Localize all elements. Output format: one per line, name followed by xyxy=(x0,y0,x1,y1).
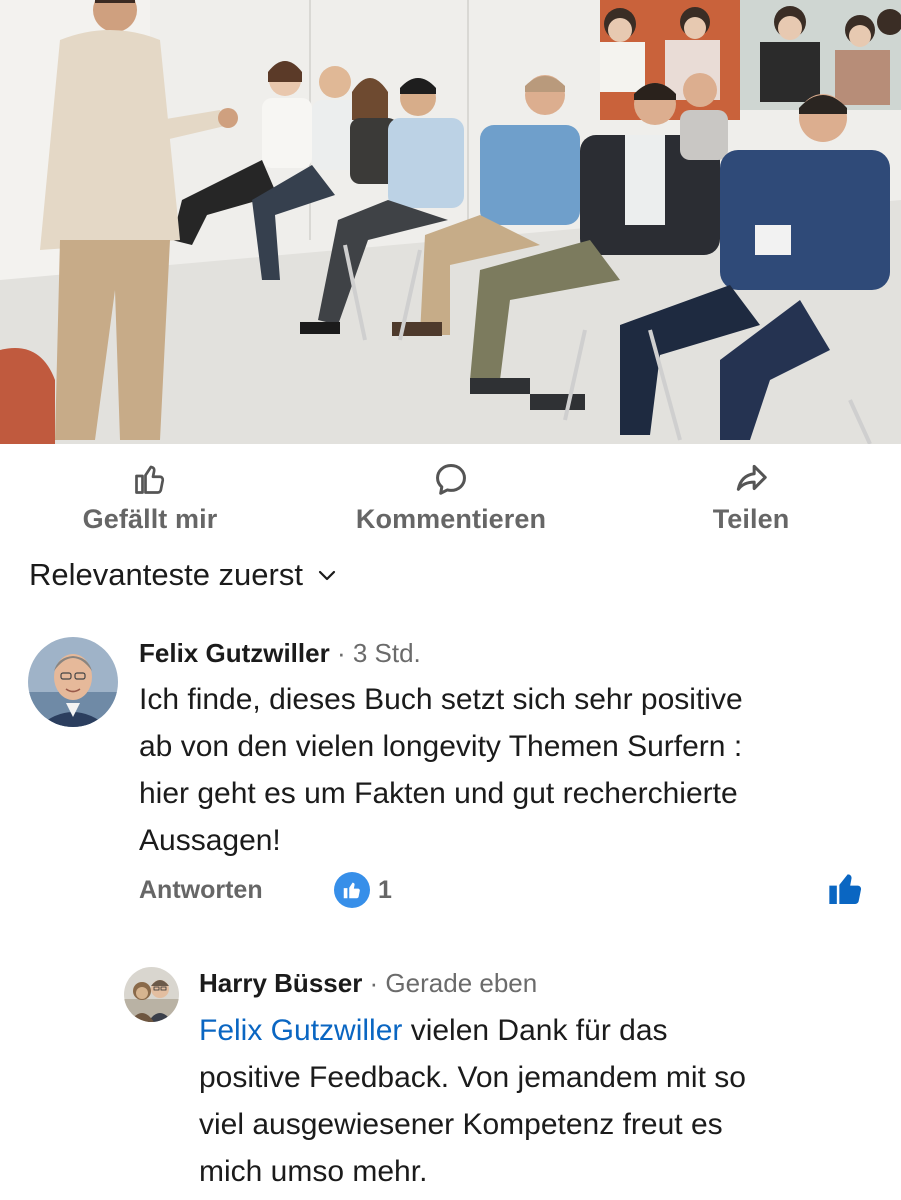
like-count: 1 xyxy=(378,875,392,904)
reply-timestamp: · Gerade eben xyxy=(369,968,538,998)
reply-line: positive Feedback. Von jemandem mit so xyxy=(199,1061,746,1094)
sort-label: Relevanteste zuerst xyxy=(29,557,303,592)
seminar-photo xyxy=(0,0,901,444)
reply-button[interactable]: Antworten xyxy=(139,876,263,905)
chevron-down-icon xyxy=(317,564,339,586)
reply-text: Felix Gutzwiller vielen Dank für das pos… xyxy=(199,1007,879,1195)
speech-bubble-icon xyxy=(430,458,472,500)
comment-timestamp: · 3 Std. xyxy=(336,638,421,668)
reply-line-rest: vielen Dank für das xyxy=(402,1014,668,1047)
comment-label: Kommentieren xyxy=(355,504,547,534)
like-button[interactable]: Gefällt mir xyxy=(75,458,225,535)
avatar[interactable] xyxy=(28,637,118,727)
post-image[interactable] xyxy=(0,0,901,444)
comment-like-button[interactable] xyxy=(826,869,866,909)
reply-line: Felix Gutzwiller vielen Dank für das xyxy=(199,1007,879,1054)
comment-line: Aussagen! xyxy=(139,824,281,857)
reply-line: mich umso mehr. xyxy=(199,1155,428,1188)
post-action-bar: Gefällt mir Kommentieren Teilen xyxy=(0,444,901,556)
sort-dropdown[interactable]: Relevanteste zuerst xyxy=(29,557,339,593)
share-label: Teilen xyxy=(712,504,790,534)
comment-line: ab von den vielen longevity Themen Surfe… xyxy=(139,730,743,763)
comment-author[interactable]: Felix Gutzwiller · 3 Std. xyxy=(139,638,421,669)
comment-author-name: Felix Gutzwiller xyxy=(139,638,330,668)
comment-text: Ich finde, dieses Buch setzt sich sehr p… xyxy=(139,676,879,864)
reply-author[interactable]: Harry Büsser · Gerade eben xyxy=(199,968,537,999)
thumbs-up-filled-icon xyxy=(829,874,862,904)
share-button[interactable]: Teilen xyxy=(700,458,802,535)
share-arrow-icon xyxy=(730,458,772,500)
mention-link[interactable]: Felix Gutzwiller xyxy=(199,1014,402,1047)
reply-author-name: Harry Büsser xyxy=(199,968,363,998)
reply-avatar[interactable] xyxy=(124,967,179,1022)
thumbs-up-filled-icon xyxy=(334,872,370,908)
comment-line: Ich finde, dieses Buch setzt sich sehr p… xyxy=(139,683,743,716)
like-label: Gefällt mir xyxy=(82,504,218,534)
reply-line: viel ausgewiesener Kompetenz freut es xyxy=(199,1108,723,1141)
thumbs-up-outline-icon xyxy=(129,458,171,500)
reaction-count[interactable]: 1 xyxy=(334,872,392,908)
comment-button[interactable]: Kommentieren xyxy=(340,458,562,535)
comment-line: hier geht es um Fakten und gut recherchi… xyxy=(139,777,738,810)
